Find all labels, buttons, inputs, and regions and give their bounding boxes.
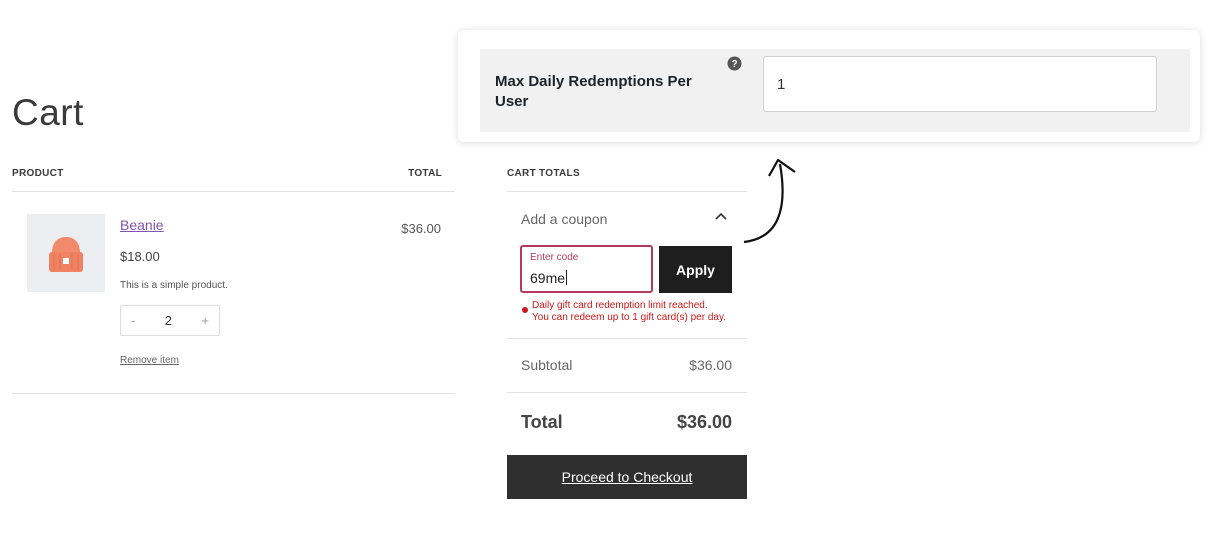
settings-callout: Max Daily Redemptions Per User ? 1 xyxy=(458,30,1200,142)
totals-header-divider xyxy=(507,191,747,192)
add-coupon-toggle[interactable]: Add a coupon xyxy=(521,211,607,227)
quantity-increase-button[interactable]: + xyxy=(201,313,209,328)
line-total: $36.00 xyxy=(401,221,441,236)
text-caret xyxy=(566,270,568,285)
coupon-code-input[interactable]: Enter code 69me xyxy=(520,245,653,293)
subtotal-label: Subtotal xyxy=(521,357,573,373)
product-thumbnail[interactable] xyxy=(27,214,105,292)
product-price: $18.00 xyxy=(120,249,160,264)
coupon-divider xyxy=(507,338,747,339)
quantity-value[interactable]: 2 xyxy=(165,313,172,328)
subtotal-divider xyxy=(507,392,747,393)
remove-item-link[interactable]: Remove item xyxy=(120,355,179,366)
product-description: This is a simple product. xyxy=(120,280,228,291)
coupon-error-line-2: You can redeem up to 1 gift card(s) per … xyxy=(532,312,726,323)
quantity-stepper[interactable]: - 2 + xyxy=(120,305,220,336)
table-bottom-divider xyxy=(12,393,455,394)
chevron-up-icon[interactable] xyxy=(713,208,729,224)
svg-text:?: ? xyxy=(731,59,737,70)
apply-coupon-button[interactable]: Apply xyxy=(659,246,732,293)
total-value: $36.00 xyxy=(676,412,732,432)
quantity-decrease-button[interactable]: - xyxy=(131,313,135,328)
proceed-to-checkout-button[interactable]: Proceed to Checkout xyxy=(507,455,747,499)
table-header-divider xyxy=(12,191,455,192)
product-name-link[interactable]: Beanie xyxy=(120,217,164,233)
cart-totals-heading: CART TOTALS xyxy=(507,168,580,179)
coupon-code-label: Enter code xyxy=(530,252,579,263)
max-daily-redemptions-label: Max Daily Redemptions Per User xyxy=(495,73,692,110)
error-icon xyxy=(522,307,528,313)
product-column-header: PRODUCT xyxy=(12,168,64,179)
beanie-icon xyxy=(49,237,83,272)
total-label: Total xyxy=(521,412,563,432)
question-icon[interactable]: ? xyxy=(727,56,742,71)
max-daily-redemptions-input[interactable]: 1 xyxy=(763,56,1157,112)
total-column-header: TOTAL xyxy=(408,168,442,179)
setting-row: Max Daily Redemptions Per User ? 1 xyxy=(480,49,1190,132)
coupon-error-line-1: Daily gift card redemption limit reached… xyxy=(532,300,708,311)
page-title: Cart xyxy=(12,92,84,133)
coupon-error-message: Daily gift card redemption limit reached… xyxy=(532,300,752,324)
coupon-code-value[interactable]: 69me xyxy=(530,270,565,286)
cart-table-header: PRODUCT TOTAL xyxy=(12,168,442,179)
subtotal-value: $36.00 xyxy=(689,357,732,373)
curved-arrow-icon xyxy=(743,158,796,244)
cart-page: Cart PRODUCT TOTAL Beanie $18.00 This is… xyxy=(0,0,1230,534)
